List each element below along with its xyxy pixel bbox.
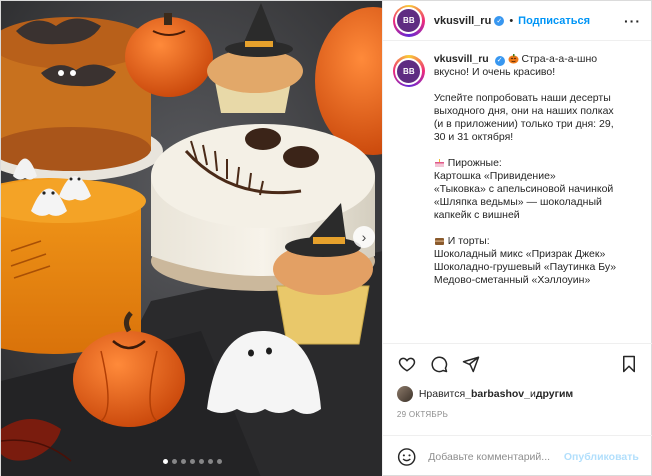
post-header: ВВ vkusvill_ru ✓ • Подписаться ··· bbox=[382, 1, 651, 41]
verified-icon: ✓ bbox=[494, 15, 505, 26]
separator-dot: • bbox=[509, 14, 514, 27]
cake-emoji bbox=[434, 159, 444, 167]
heart-icon bbox=[398, 357, 416, 372]
caption-username[interactable]: vkusvill_ru bbox=[434, 53, 489, 65]
carousel-dot[interactable] bbox=[171, 459, 177, 464]
carousel-dot[interactable] bbox=[189, 459, 195, 464]
next-image-button[interactable]: › bbox=[353, 226, 375, 248]
avatar[interactable]: ВВ bbox=[392, 4, 425, 37]
cake-item: Картошка «Привидение» bbox=[433, 170, 556, 182]
cookie-emoji bbox=[434, 238, 444, 245]
cake-item: «Шляпка ведьмы» — шоколадный bbox=[433, 196, 602, 208]
caption-text: vkusvill_ru ✓ Стра-а-а-а-шно вкусно! И о… bbox=[434, 53, 644, 343]
username-link[interactable]: vkusvill_ru bbox=[434, 15, 491, 27]
avatar-logo: ВВ bbox=[395, 7, 423, 34]
caption-intro-line-2: вкусно! И очень красиво! bbox=[433, 66, 556, 78]
share-button[interactable] bbox=[461, 354, 481, 374]
publish-button[interactable]: Опубликовать bbox=[564, 451, 639, 463]
smile-icon[interactable] bbox=[397, 447, 416, 467]
verified-icon: ✓ bbox=[494, 55, 505, 66]
caption-body: Успейте попробовать наши десерты выходно… bbox=[434, 92, 644, 144]
likes-others-link[interactable]: другим bbox=[536, 388, 573, 400]
carousel-dot[interactable] bbox=[216, 459, 222, 464]
carousel-dot[interactable] bbox=[180, 459, 186, 464]
comment-icon bbox=[431, 356, 448, 372]
likes-summary: Нравится _barbashov_ и другим bbox=[396, 383, 573, 405]
cake-item: «Тыковка» с апельсиновой начинкой bbox=[433, 183, 614, 195]
tortes-heading: И торты: bbox=[447, 235, 490, 247]
follow-button[interactable]: Подписаться bbox=[518, 15, 590, 27]
action-bar bbox=[382, 343, 652, 383]
chevron-right-icon: › bbox=[361, 229, 367, 245]
save-button[interactable] bbox=[619, 354, 639, 374]
like-button[interactable] bbox=[397, 354, 417, 374]
caption-tortes: И торты: Шоколадный микс «Призрак Джек» … bbox=[434, 235, 644, 287]
post-side-panel: ВВ vkusvill_ru ✓ • Подписаться ··· ВВ vk… bbox=[381, 1, 652, 476]
likes-prefix: Нравится bbox=[418, 388, 466, 400]
comment-button[interactable] bbox=[429, 354, 449, 374]
comment-input[interactable] bbox=[428, 450, 564, 463]
post-date[interactable]: 29 ОКТЯБРЬ bbox=[397, 410, 448, 419]
halloween-desserts-image bbox=[1, 1, 382, 476]
instagram-post: › ВВ vkusvill_ru ✓ • Подписаться ··· ВВ … bbox=[0, 0, 652, 476]
torte-item: Медово-сметанный «Хэллоуин» bbox=[433, 274, 591, 286]
comment-bar: Опубликовать bbox=[382, 435, 652, 476]
caption-body-line: Успейте попробовать наши десерты bbox=[433, 92, 611, 104]
caption-avatar[interactable]: ВВ bbox=[392, 55, 425, 87]
cake-item: капкейк с вишней bbox=[433, 209, 520, 221]
caption-area: ВВ vkusvill_ru ✓ Стра-а-а-а-шно вкусно! … bbox=[392, 53, 645, 343]
caption-body-line: выходного дня, они на наших полках bbox=[433, 105, 614, 117]
liker-avatar[interactable] bbox=[396, 386, 413, 402]
torte-item: Шоколадный микс «Призрак Джек» bbox=[433, 248, 606, 260]
caption-body-line: 30 и 31 октября! bbox=[433, 131, 514, 143]
caption-body-line: (и в приложении) только три дня: 29, bbox=[433, 118, 614, 130]
pumpkin-emoji bbox=[508, 54, 519, 64]
carousel-dot[interactable] bbox=[198, 459, 204, 464]
carousel-dot[interactable] bbox=[162, 459, 168, 464]
caption-cakes: Пирожные: Картошка «Привидение» «Тыковка… bbox=[434, 157, 644, 222]
share-icon bbox=[462, 356, 480, 372]
carousel-dots bbox=[1, 459, 382, 464]
cakes-heading: Пирожные: bbox=[447, 157, 502, 169]
liker-username[interactable]: _barbashov_ bbox=[465, 388, 530, 400]
torte-item: Шоколадно-грушевый «Паутинка Бу» bbox=[433, 261, 617, 273]
caption-intro-line-1: Стра-а-а-а-шно bbox=[521, 53, 598, 65]
post-photo[interactable]: › bbox=[1, 1, 382, 476]
avatar-logo: ВВ bbox=[395, 57, 423, 85]
carousel-dot[interactable] bbox=[207, 459, 213, 464]
bookmark-icon bbox=[622, 355, 635, 372]
more-options-button[interactable]: ··· bbox=[624, 13, 641, 29]
